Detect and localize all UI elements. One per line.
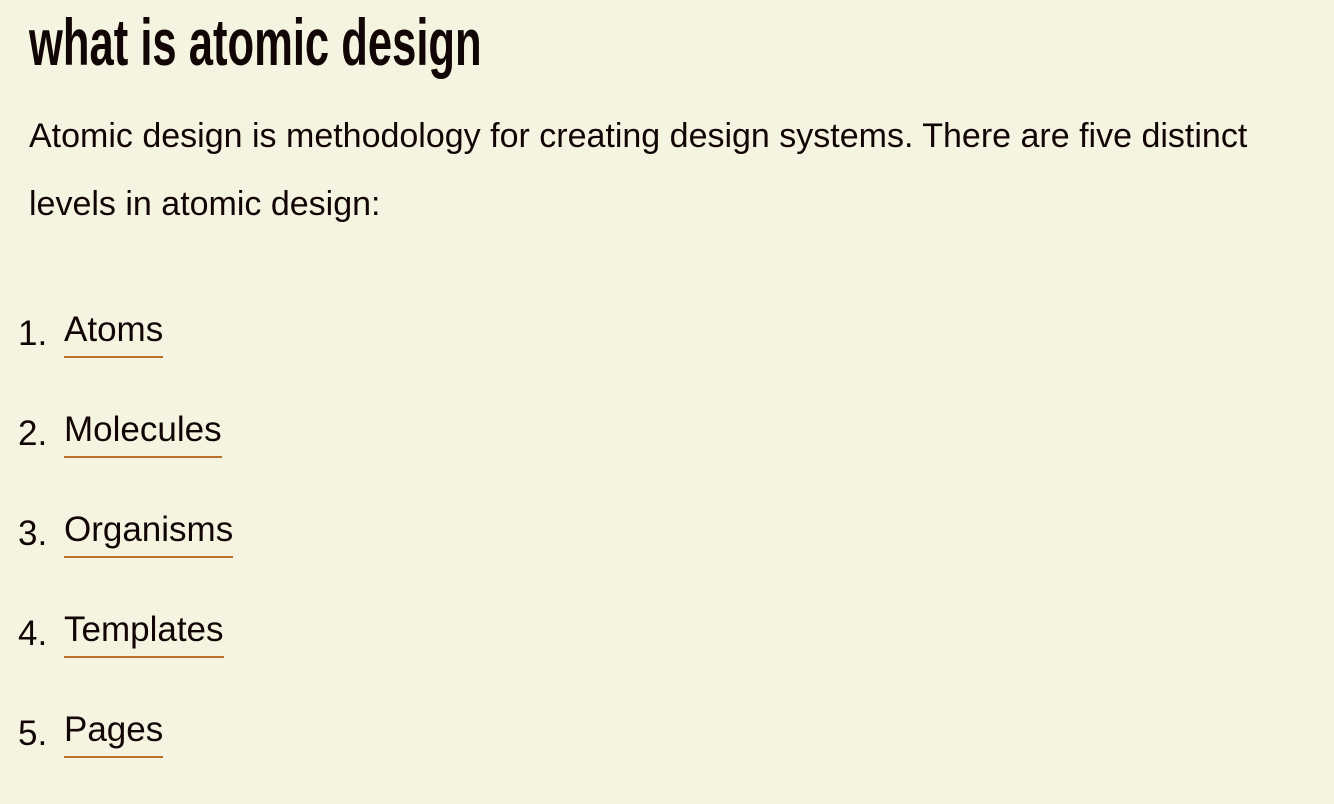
link-molecules[interactable]: Molecules bbox=[64, 404, 222, 458]
list-number: 4. bbox=[18, 614, 48, 653]
list-number: 1. bbox=[18, 314, 48, 353]
list-number: 3. bbox=[18, 514, 48, 553]
link-pages[interactable]: Pages bbox=[64, 704, 164, 758]
intro-paragraph: Atomic design is methodology for creatin… bbox=[29, 117, 1248, 223]
link-organisms[interactable]: Organisms bbox=[64, 504, 234, 558]
link-templates[interactable]: Templates bbox=[64, 604, 224, 658]
list-number: 5. bbox=[18, 714, 48, 753]
link-atoms[interactable]: Atoms bbox=[64, 304, 164, 358]
list-number: 2. bbox=[18, 414, 48, 453]
page-title: what is atomic design bbox=[29, 5, 482, 79]
